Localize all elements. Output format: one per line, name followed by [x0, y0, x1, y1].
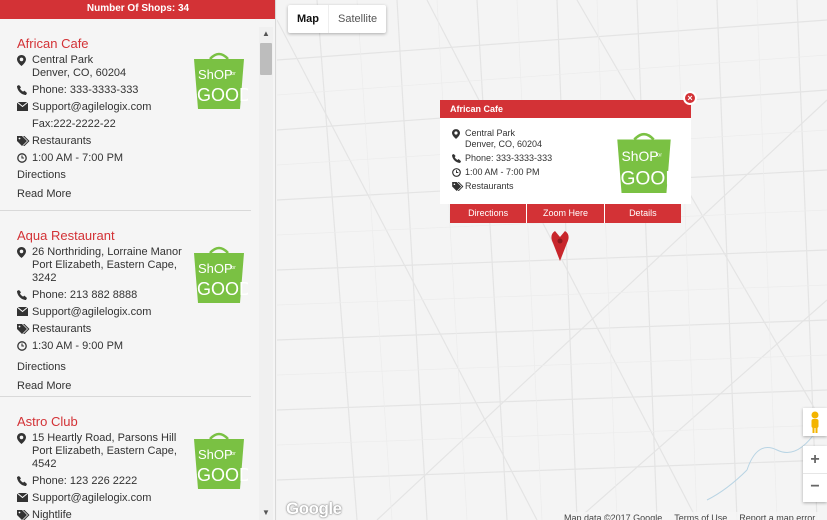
svg-text:ShOP: ShOP: [198, 447, 233, 462]
info-window-actions: Directions Zoom Here Details: [450, 204, 681, 223]
svg-text:GOOD: GOOD: [620, 168, 675, 189]
svg-text:for: for: [656, 153, 662, 159]
clock-icon: [452, 167, 465, 177]
report-error-link[interactable]: Report a map error: [739, 512, 815, 520]
directions-link[interactable]: Directions: [17, 169, 251, 182]
envelope-icon: [17, 101, 32, 111]
clock-icon: [17, 152, 32, 163]
map-pin-icon: [17, 54, 32, 66]
phone-icon: [452, 153, 465, 163]
store-list-panel: Number Of Shops: 34 African Cafe Central…: [0, 0, 276, 520]
clock-icon: [17, 340, 32, 351]
marker-icon[interactable]: [549, 229, 571, 261]
shop-for-good-logo: ShOP for GOOD: [194, 52, 248, 109]
details-button[interactable]: Details: [604, 204, 681, 223]
list-item[interactable]: Aqua Restaurant 26 Northriding, Lorraine…: [0, 211, 251, 397]
zoom-here-button[interactable]: Zoom Here: [527, 204, 605, 223]
tag-icon: [17, 135, 32, 146]
directions-button[interactable]: Directions: [450, 204, 528, 223]
store-name[interactable]: Astro Club: [17, 414, 251, 429]
terms-link[interactable]: Terms of Use: [674, 512, 727, 520]
map-pin-icon: [452, 128, 465, 139]
read-more-link[interactable]: Read More: [17, 380, 251, 393]
map-pin-icon: [17, 432, 32, 444]
directions-link[interactable]: Directions: [17, 361, 251, 374]
shop-for-good-logo: ShOP for GOOD: [194, 246, 248, 303]
phone-icon: [17, 289, 32, 300]
info-window-title: African Cafe: [440, 100, 691, 118]
store-name[interactable]: African Cafe: [17, 36, 251, 51]
read-more-link[interactable]: Read More: [17, 188, 251, 201]
map-view-button[interactable]: Map: [288, 5, 328, 33]
map-pin-icon: [17, 246, 32, 258]
tag-icon: [17, 509, 32, 520]
zoom-out-button[interactable]: −: [803, 474, 827, 502]
phone-icon: [17, 84, 32, 95]
svg-text:ShOP: ShOP: [198, 67, 233, 82]
svg-text:ShOP: ShOP: [622, 148, 659, 164]
store-email: Support@agilelogix.com: [17, 306, 251, 319]
store-name[interactable]: Aqua Restaurant: [17, 228, 251, 243]
envelope-icon: [17, 492, 32, 502]
shop-for-good-logo: ShOP for GOOD: [617, 132, 675, 193]
svg-text:GOOD: GOOD: [197, 465, 248, 485]
svg-text:for: for: [230, 451, 236, 457]
shop-for-good-logo: ShOP for GOOD: [194, 432, 248, 489]
store-category: Restaurants: [17, 323, 251, 336]
svg-text:GOOD: GOOD: [197, 279, 248, 299]
store-email: Support@agilelogix.com: [17, 492, 251, 505]
scroll-up-arrow-icon[interactable]: ▲: [259, 27, 273, 41]
scroll-down-arrow-icon[interactable]: ▼: [259, 506, 273, 520]
envelope-icon: [17, 306, 32, 316]
store-category: Restaurants: [17, 135, 251, 148]
svg-text:ShOP: ShOP: [198, 261, 233, 276]
pegman-icon[interactable]: [803, 408, 827, 436]
google-logo: Google: [286, 499, 342, 518]
map-data-credit: Map data ©2017 Google: [564, 513, 663, 520]
map-type-control: Map Satellite: [288, 5, 387, 33]
info-window: African Cafe × Central Park Denver, CO, …: [440, 91, 697, 223]
svg-text:GOOD: GOOD: [197, 85, 248, 105]
store-fax: Fax:222-2222-22: [32, 118, 116, 130]
store-hours: 1:30 AM - 9:00 PM: [17, 340, 251, 353]
svg-text:for: for: [230, 265, 236, 271]
info-window-body: Central Park Denver, CO, 60204 Phone: 33…: [440, 118, 691, 204]
close-icon[interactable]: ×: [683, 91, 697, 105]
scroll-thumb[interactable]: [260, 43, 272, 75]
store-category: Nightlife: [17, 509, 251, 520]
list-item[interactable]: African Cafe Central Park Denver, CO, 60…: [0, 19, 251, 211]
list-scrollbar[interactable]: ▲ ▼: [259, 27, 273, 520]
satellite-view-button[interactable]: Satellite: [328, 5, 386, 33]
store-hours: 1:00 AM - 7:00 PM: [17, 152, 251, 165]
phone-icon: [17, 475, 32, 486]
map-attribution: Map data ©2017 Google Terms of Use Repor…: [560, 512, 820, 520]
tag-icon: [452, 181, 465, 191]
shop-count-header: Number Of Shops: 34: [0, 0, 275, 19]
tag-icon: [17, 323, 32, 334]
zoom-control: + −: [803, 446, 827, 502]
zoom-in-button[interactable]: +: [803, 446, 827, 474]
svg-text:for: for: [230, 71, 236, 77]
map-canvas[interactable]: Map Satellite African Cafe × Central Par…: [277, 0, 827, 520]
